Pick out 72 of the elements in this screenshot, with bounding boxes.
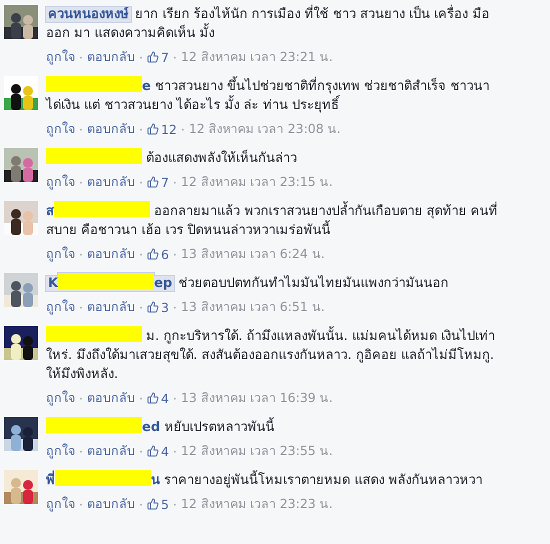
thumbs-up-icon xyxy=(146,176,159,188)
like-link[interactable]: ถูกใจ xyxy=(46,297,75,317)
comment-time: 13 สิงหาคม เวลา 6:24 น. xyxy=(180,245,325,263)
separator-dot: · xyxy=(180,122,185,136)
separator-dot: · xyxy=(79,390,83,406)
like-link[interactable]: ถูกใจ xyxy=(46,244,75,264)
comment-time: 12 สิงหาคม เวลา 23:55 น. xyxy=(180,442,333,460)
separator-dot: · xyxy=(79,246,83,262)
comment-time: 12 สิงหาคม เวลา 23:08 น. xyxy=(188,120,341,138)
like-link[interactable]: ถูกใจ xyxy=(46,388,75,408)
comment-text: ed หยับเปรตหลาวพันนี้ xyxy=(46,417,501,437)
separator-dot: · xyxy=(172,246,177,262)
like-link[interactable]: ถูกใจ xyxy=(46,441,75,461)
reply-link[interactable]: ตอบกลับ xyxy=(86,172,135,192)
reply-link[interactable]: ตอบกลับ xyxy=(86,119,135,139)
reply-link[interactable]: ตอบกลับ xyxy=(86,494,135,514)
comment-text: พี่ น ราคายางอยู่พันนี้โหมเราตายหมด แสดง พลังกันหลาวหวา xyxy=(46,470,501,490)
separator-dot: · xyxy=(172,390,177,406)
separator-dot: · xyxy=(79,122,83,136)
reply-link[interactable]: ตอบกลับ xyxy=(86,297,135,317)
separator-dot: · xyxy=(138,174,143,190)
like-count[interactable]: 5 xyxy=(146,496,169,512)
comment-text: e ชาวสวนยาง ขึ้นไปช่วยชาติที่กรุงเทพ ช่วยชาติสำเร็จ ชาวนา ได่เงิน แต่ ชาวสวนยาง ได้อะไร มั้ง ล่ะ ท่าน ประยุทธิ์ xyxy=(46,76,501,115)
comment-text: ส ออกลายมาแล้ว พวกเราสวนยางปล้ำกันเกือบตาย สุดท้าย คนที่สบาย คือชาวนา เฮ้อ เวร ปิดหนนล่าวหวาเมร่อพันนี้ xyxy=(46,201,501,240)
like-count[interactable]: 7 xyxy=(146,174,169,190)
separator-dot: · xyxy=(172,50,177,64)
comment-time: 12 สิงหาคม เวลา 23:15 น. xyxy=(180,173,333,191)
like-link[interactable]: ถูกใจ xyxy=(46,119,75,139)
comment-time: 13 สิงหาคม เวลา 16:39 น. xyxy=(180,389,333,407)
comment-text: ม. กูกะบริหารใด้. ถ้ามึงแหลงพันนั้น. แม่มคนได้หมด เงินไปเท่าใหร่. มึงถึงใด้มาเสวยสุขใด้. สงสันต้องออกแรงกันหลาว. กูอิคอย แลถ้าไม่มีโหมกู. ให้มึงพิงหลัง. xyxy=(46,326,501,384)
comment-time: 12 สิงหาคม เวลา 23:23 น. xyxy=(180,495,333,513)
separator-dot: · xyxy=(79,300,83,314)
thumbs-up-icon xyxy=(146,248,159,260)
separator-dot: · xyxy=(138,496,143,512)
separator-dot: · xyxy=(79,444,83,458)
thumbs-up-icon xyxy=(146,51,159,63)
thumbs-up-icon xyxy=(146,301,159,313)
separator-dot: · xyxy=(138,300,143,314)
reply-link[interactable]: ตอบกลับ xyxy=(86,388,135,408)
separator-dot: · xyxy=(172,444,177,458)
separator-dot: · xyxy=(172,300,177,314)
thumbs-up-icon xyxy=(146,392,159,404)
like-count[interactable]: 6 xyxy=(146,246,169,262)
separator-dot: · xyxy=(79,496,83,512)
comment-text: K ep ช่วยตอบปตทกันทำไมมันไทยมันแพงกว่ามันนอก xyxy=(46,273,501,293)
like-link[interactable]: ถูกใจ xyxy=(46,47,75,67)
separator-dot: · xyxy=(138,122,143,136)
like-count[interactable]: 3 xyxy=(146,300,169,314)
like-count[interactable]: 4 xyxy=(146,444,169,458)
reply-link[interactable]: ตอบกลับ xyxy=(86,47,135,67)
like-link[interactable]: ถูกใจ xyxy=(46,494,75,514)
comment-text: ต้องแสดงพลังให้เห็นกันล่าว xyxy=(46,148,501,168)
comment-text: ควนหนองหงษ์ ยาก เรียก ร้องไห้นัก การเมือง ที่ใช้ ชาว สวนยาง เป็น เครื่อง มือ ออก มา แสดงความคิดเห็น มั้ง xyxy=(46,5,501,43)
separator-dot: · xyxy=(172,174,177,190)
reply-link[interactable]: ตอบกลับ xyxy=(86,441,135,461)
separator-dot: · xyxy=(172,496,177,512)
like-count[interactable]: 7 xyxy=(146,50,169,64)
thumbs-up-icon xyxy=(146,445,159,457)
reply-link[interactable]: ตอบกลับ xyxy=(86,244,135,264)
separator-dot: · xyxy=(79,174,83,190)
separator-dot: · xyxy=(138,246,143,262)
thumbs-up-icon xyxy=(146,123,159,135)
separator-dot: · xyxy=(138,50,143,64)
like-link[interactable]: ถูกใจ xyxy=(46,172,75,192)
comment-time: 12 สิงหาคม เวลา 23:21 น. xyxy=(180,48,333,66)
comment-time: 13 สิงหาคม เวลา 6:51 น. xyxy=(180,298,325,316)
like-count[interactable]: 4 xyxy=(146,390,169,406)
separator-dot: · xyxy=(79,50,83,64)
like-count[interactable]: 12 xyxy=(146,122,177,136)
thumbs-up-icon xyxy=(146,498,159,510)
separator-dot: · xyxy=(138,444,143,458)
separator-dot: · xyxy=(138,390,143,406)
